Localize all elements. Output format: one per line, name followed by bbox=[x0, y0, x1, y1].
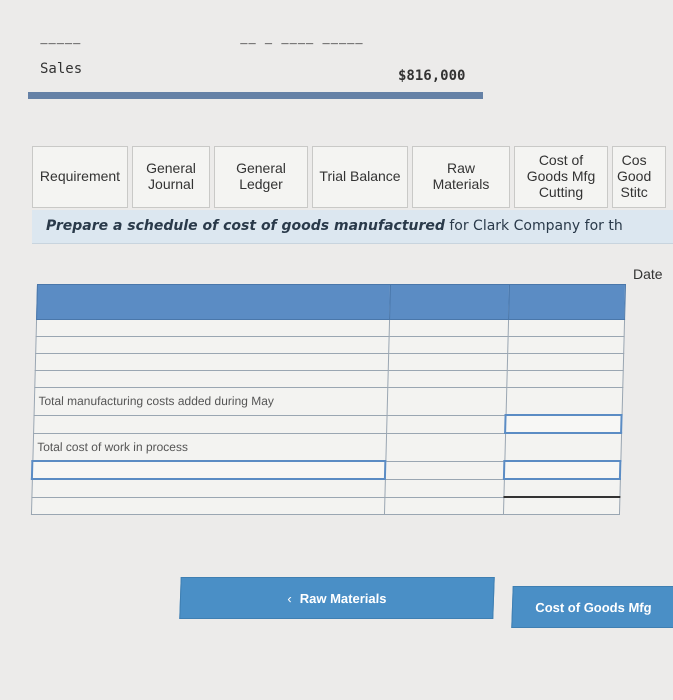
tab-trial-balance[interactable]: Trial Balance bbox=[312, 146, 408, 208]
amount-input[interactable] bbox=[386, 387, 507, 415]
account-input[interactable] bbox=[35, 319, 390, 337]
table-row bbox=[34, 370, 623, 388]
amount-input[interactable] bbox=[507, 336, 624, 354]
instruction-bar: Prepare a schedule of cost of goods manu… bbox=[32, 210, 673, 244]
tab-cost-of-goods-mfg-cutting[interactable]: Cost of Goods Mfg Cutting bbox=[514, 146, 608, 208]
date-label: Date bbox=[633, 266, 663, 282]
table-row bbox=[33, 415, 622, 433]
tab-general-journal[interactable]: General Journal bbox=[132, 146, 210, 208]
account-input[interactable] bbox=[34, 353, 389, 371]
amount-input[interactable] bbox=[506, 353, 624, 371]
amount-input[interactable] bbox=[389, 319, 509, 337]
next-tab-button[interactable]: Cost of Goods Mfg bbox=[511, 586, 673, 628]
amount-input[interactable] bbox=[384, 479, 505, 497]
chevron-left-icon: ‹ bbox=[287, 590, 293, 606]
cogm-schedule: Total manufacturing costs added during M… bbox=[28, 284, 626, 580]
header-cell bbox=[36, 284, 391, 320]
account-input[interactable] bbox=[30, 497, 385, 515]
amount-input[interactable] bbox=[388, 353, 508, 371]
amount-input[interactable] bbox=[507, 319, 625, 337]
instruction-rest: for Clark Company for th bbox=[444, 218, 623, 234]
table-row bbox=[31, 479, 620, 497]
total-wip-label: Total cost of work in process bbox=[32, 433, 387, 461]
tab-cost-of-goods-mfg-stitching[interactable]: Cos Good Stitc bbox=[612, 146, 666, 208]
header-cell bbox=[508, 284, 625, 320]
prev-tab-label: Raw Materials bbox=[299, 590, 387, 606]
tab-raw-materials[interactable]: Raw Materials bbox=[412, 146, 510, 208]
header-cell bbox=[389, 284, 510, 320]
amount-input[interactable] bbox=[384, 497, 504, 515]
amount-input[interactable] bbox=[387, 370, 507, 388]
sales-value: $816,000 bbox=[398, 68, 466, 84]
instruction-text: Prepare a schedule of cost of goods manu… bbox=[46, 218, 623, 234]
total-mfg-costs-label: Total manufacturing costs added during M… bbox=[33, 387, 388, 415]
table-row: Total cost of work in process bbox=[32, 433, 622, 461]
amount-input[interactable] bbox=[506, 370, 623, 388]
table-row bbox=[31, 461, 621, 479]
prev-tab-button[interactable]: ‹ Raw Materials bbox=[179, 577, 495, 619]
table-row bbox=[35, 319, 625, 337]
table-row bbox=[35, 336, 624, 354]
amount-input[interactable] bbox=[386, 415, 506, 433]
account-input[interactable] bbox=[35, 336, 390, 354]
cropped-header-text: ————— —— — ———— ————— bbox=[39, 40, 365, 50]
sales-label: Sales bbox=[40, 61, 83, 77]
section-divider bbox=[28, 92, 483, 99]
amount-input[interactable] bbox=[385, 461, 505, 479]
account-input[interactable] bbox=[33, 415, 387, 433]
account-input[interactable] bbox=[31, 479, 386, 497]
amount-input[interactable] bbox=[503, 497, 620, 515]
table-row: Total manufacturing costs added during M… bbox=[33, 387, 623, 415]
amount-input[interactable] bbox=[505, 415, 622, 433]
account-input[interactable] bbox=[34, 370, 389, 388]
table-header-row bbox=[36, 284, 625, 320]
amount-input[interactable] bbox=[388, 336, 508, 354]
amount-input[interactable] bbox=[505, 387, 623, 415]
tab-general-ledger[interactable]: General Ledger bbox=[214, 146, 308, 208]
schedule-table: Total manufacturing costs added during M… bbox=[30, 284, 626, 515]
amount-input[interactable] bbox=[504, 461, 621, 479]
account-input[interactable] bbox=[31, 461, 386, 479]
table-row bbox=[30, 497, 620, 515]
tab-requirement[interactable]: Requirement bbox=[32, 146, 128, 208]
instruction-lead: Prepare a schedule of cost of goods manu… bbox=[46, 218, 445, 234]
tab-bar: Requirement General Journal General Ledg… bbox=[32, 146, 673, 208]
amount-input[interactable] bbox=[503, 479, 620, 497]
next-tab-label: Cost of Goods Mfg bbox=[535, 599, 652, 615]
amount-input[interactable] bbox=[385, 433, 506, 461]
amount-input[interactable] bbox=[504, 433, 622, 461]
table-row bbox=[34, 353, 624, 371]
